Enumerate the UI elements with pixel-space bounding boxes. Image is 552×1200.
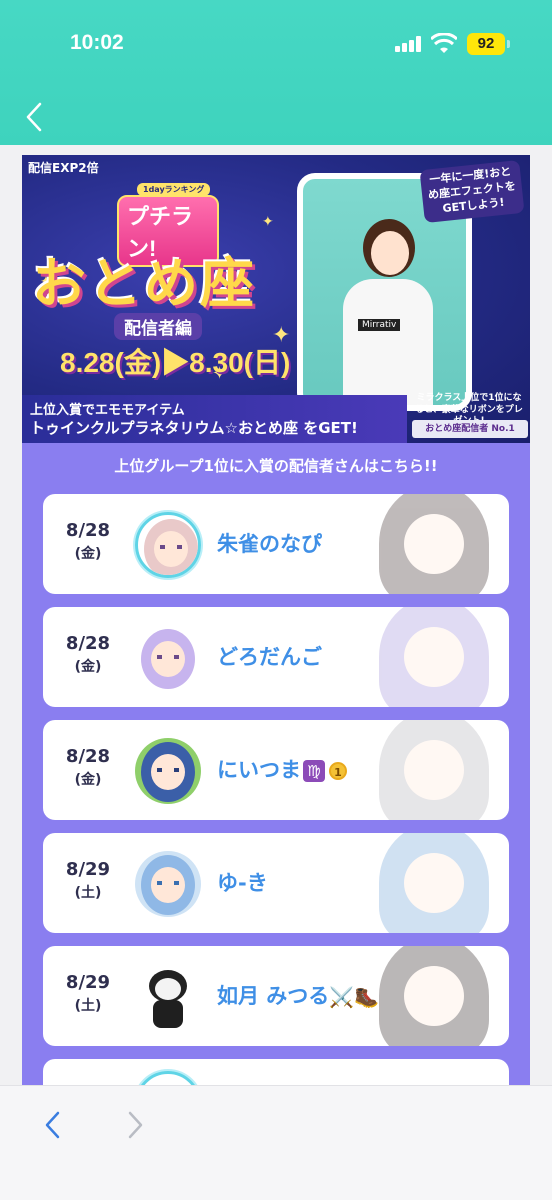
section-heading: 上位グループ1位に入賞の配信者さんはこちら!! [114, 457, 438, 475]
avatar[interactable] [135, 851, 201, 917]
bottom-navigation [0, 1085, 552, 1200]
avatar-body [343, 279, 433, 405]
winner-card[interactable]: 8/28 (金) にいつま ♍ 1 [43, 720, 509, 820]
banner-callout: 一年に一度!おとめ座エフェクトをGETしよう! [419, 159, 525, 223]
gold-medal-icon: 1 [329, 762, 347, 780]
banner-footer: 上位入賞でエモモアイテム トゥインクルプラネタリウム☆おとめ座 をGET! [22, 395, 407, 443]
footer-line2: トゥインクルプラネタリウム☆おとめ座 をGET! [30, 419, 358, 437]
chevron-left-icon[interactable] [20, 100, 50, 134]
card-background-art [349, 833, 509, 933]
date-text: 8/28 [65, 633, 111, 654]
date-text: 8/29 [65, 972, 111, 993]
winner-card[interactable]: 8/29 (土) ゆ-き [43, 833, 509, 933]
exp-label: 配信EXP2倍 [28, 161, 99, 175]
wifi-icon [431, 33, 457, 53]
star-decoration: ✦ [262, 214, 274, 230]
winner-date: 8/28 (金) [43, 746, 133, 789]
date-text: 8/28 [65, 520, 111, 541]
streamer-name[interactable]: 如月 みつる⚔️🥾 [217, 980, 379, 1010]
winner-date: 8/28 (金) [43, 633, 133, 676]
status-time: 10:02 [70, 31, 124, 54]
card-background-art [349, 720, 509, 820]
avatar[interactable] [135, 1071, 201, 1085]
name-text: 如月 みつる [217, 984, 330, 1008]
event-banner: ✦ ✦ ✦ ✦ 配信EXP2倍 1dayランキング プチラン! おとめ座 配信者… [22, 155, 530, 443]
card-background-art [349, 607, 509, 707]
sword-boot-emoji: ⚔️🥾 [329, 985, 380, 1009]
winner-card-partial[interactable] [43, 1059, 509, 1085]
event-logo: 1dayランキング プチラン! [117, 183, 219, 267]
avatar-face [371, 231, 409, 275]
date-text: 8/28 [65, 746, 111, 767]
card-background-art [349, 494, 509, 594]
streamer-name[interactable]: ゆ-き [217, 867, 268, 897]
banner-subtitle: 配信者編 [114, 313, 202, 340]
date-text: 8/29 [65, 859, 111, 880]
weekday-text: (土) [74, 885, 102, 901]
shirt-label: Mirrativ [358, 319, 401, 331]
avatar[interactable] [135, 512, 201, 578]
banner-title: おとめ座 [32, 254, 256, 314]
ribbon-badge: おとめ座配信者 No.1 [412, 420, 528, 438]
top-bar: 10:02 92 [0, 0, 552, 145]
page-content: ✦ ✦ ✦ ✦ 配信EXP2倍 1dayランキング プチラン! おとめ座 配信者… [22, 155, 530, 1085]
winner-date: 8/29 (土) [43, 972, 133, 1015]
name-text: にいつま [217, 758, 301, 782]
weekday-text: (金) [74, 659, 102, 675]
banner-dates: 8.28(金)▶8.30(日) [60, 347, 291, 378]
winner-card[interactable]: 8/28 (金) どろだんご [43, 607, 509, 707]
virgo-icon: ♍ [303, 760, 325, 782]
streamer-name[interactable]: にいつま ♍ 1 [217, 754, 347, 784]
battery-tip [507, 40, 510, 48]
battery-indicator: 92 [467, 33, 505, 55]
streamer-name[interactable]: どろだんご [217, 641, 322, 671]
avatar[interactable] [135, 738, 201, 804]
avatar[interactable] [135, 964, 201, 1030]
streamer-name[interactable]: 朱雀のなぴ [217, 528, 322, 558]
avatar[interactable] [135, 625, 201, 691]
winner-date: 8/29 (土) [43, 859, 133, 902]
chevron-right-icon[interactable] [124, 1110, 146, 1140]
winner-card[interactable]: 8/28 (金) 朱雀のなぴ [43, 494, 509, 594]
winner-date: 8/28 (金) [43, 520, 133, 563]
winner-card[interactable]: 8/29 (土) 如月 みつる⚔️🥾 [43, 946, 509, 1046]
weekday-text: (土) [74, 998, 102, 1014]
cellular-signal-icon [395, 36, 423, 52]
chevron-left-icon[interactable] [42, 1110, 64, 1140]
weekday-text: (金) [74, 772, 102, 788]
footer-line1: 上位入賞でエモモアイテム [30, 403, 185, 418]
weekday-text: (金) [74, 546, 102, 562]
